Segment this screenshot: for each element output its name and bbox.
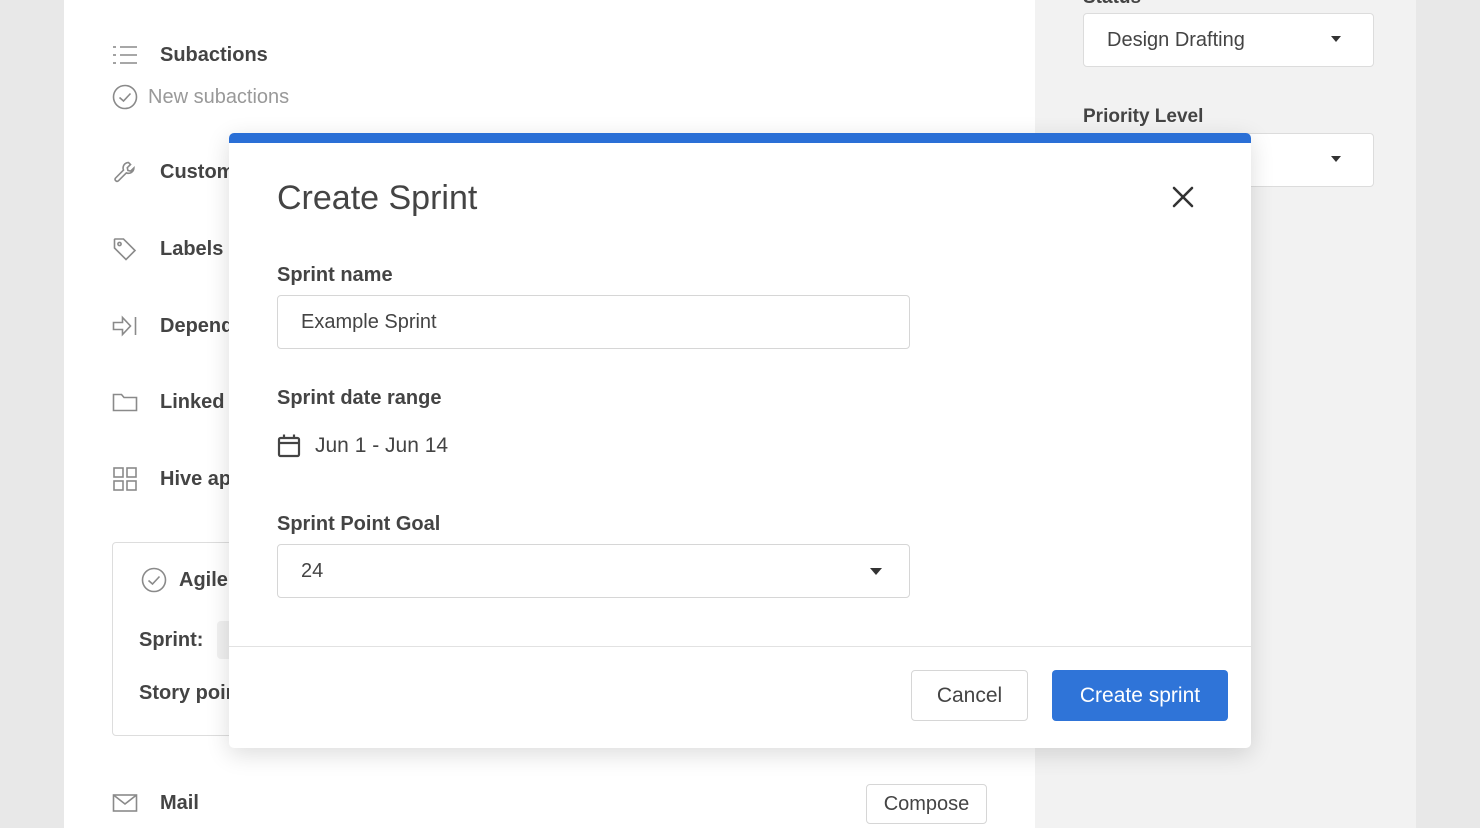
status-select[interactable]: Design Drafting [1083,13,1374,67]
grid-icon [112,466,138,492]
cancel-button[interactable]: Cancel [911,670,1028,721]
calendar-icon [277,433,301,459]
close-button[interactable] [1167,181,1199,213]
list-icon [112,42,138,68]
sprint-name-input[interactable] [277,295,910,349]
sidebar-item-linked[interactable]: Linked [112,389,224,415]
folder-icon [112,389,138,415]
agile-title-row: Agile [141,567,228,593]
caret-down-icon [1331,36,1341,42]
caret-down-icon [870,568,882,575]
modal-title: Create Sprint [277,179,478,217]
sidebar-item-custom[interactable]: Custom [112,159,234,185]
priority-label: Priority Level [1083,106,1204,127]
new-subaction-row[interactable]: New subactions [112,84,289,110]
mail-label: Mail [160,791,199,814]
close-icon [1172,186,1194,208]
sidebar-item-label: Linked [160,390,225,413]
subactions-label: Subactions [160,43,268,66]
caret-down-icon [1331,156,1341,162]
create-sprint-button[interactable]: Create sprint [1052,670,1228,721]
modal-accent-bar [229,133,1251,143]
mail-header: Mail [112,790,199,816]
sprint-date-range-value: Jun 1 - Jun 14 [315,434,449,457]
status-label: Status [1083,0,1141,9]
agile-title: Agile [179,568,228,591]
subactions-header: Subactions [112,42,268,68]
check-circle-icon [141,567,167,593]
new-subactions-placeholder: New subactions [148,85,290,108]
sidebar-item-labels[interactable]: Labels [112,236,223,262]
sprint-date-range-picker[interactable]: Jun 1 - Jun 14 [277,433,448,459]
sprint-date-range-label: Sprint date range [277,387,442,409]
sprint-label: Sprint: [139,629,204,651]
compose-button[interactable]: Compose [866,784,987,824]
sidebar-item-label: Custom [160,160,235,183]
tag-icon [112,236,138,262]
sprint-point-goal-label: Sprint Point Goal [277,513,441,535]
dependency-arrow-icon [112,313,138,339]
status-value: Design Drafting [1107,28,1245,51]
sprint-point-goal-value: 24 [301,559,324,582]
sidebar-item-label: Labels [160,237,224,260]
create-sprint-modal: Create Sprint Sprint name Sprint date ra… [229,133,1251,748]
sprint-point-goal-select[interactable]: 24 [277,544,910,598]
modal-divider [229,646,1251,647]
wrench-icon [112,159,138,185]
sprint-name-label: Sprint name [277,264,393,286]
check-circle-icon [112,84,138,110]
mail-icon [112,790,138,816]
